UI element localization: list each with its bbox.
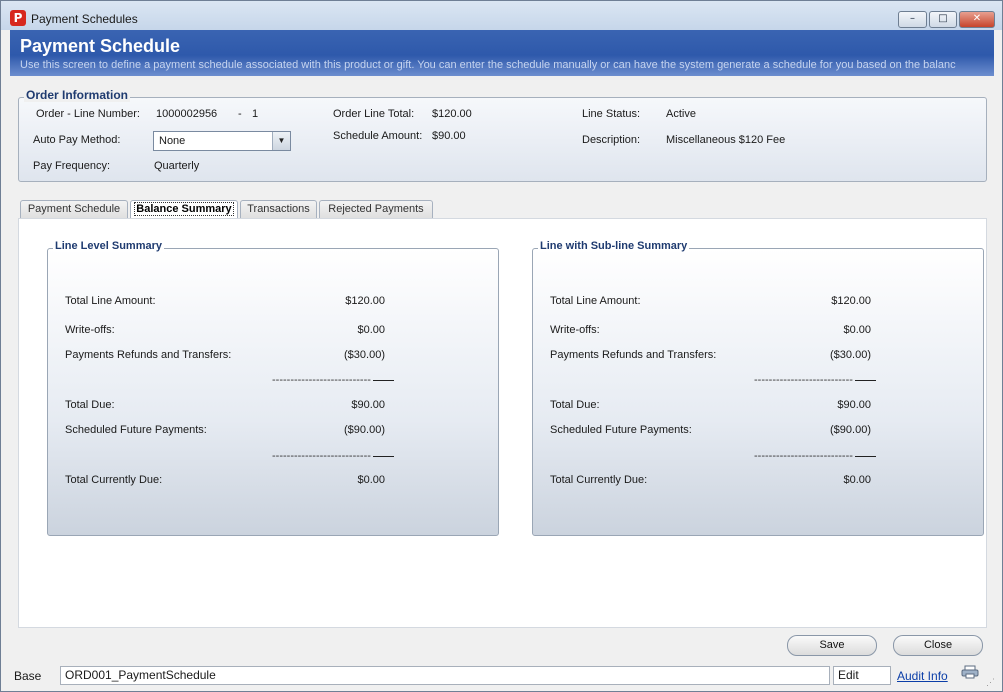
tab-transactions[interactable]: Transactions (240, 200, 317, 219)
sub-payments-refunds-label: Payments Refunds and Transfers: (550, 349, 717, 361)
order-line-total-label: Order Line Total: (333, 108, 415, 120)
sub-total-due-label: Total Due: (550, 399, 600, 411)
tab-rejected-payments[interactable]: Rejected Payments (319, 200, 433, 219)
save-button[interactable]: Save (787, 635, 877, 656)
description-label: Description: (582, 134, 641, 146)
page-title: Payment Schedule (20, 36, 181, 56)
page-description: Use this screen to define a payment sche… (20, 59, 956, 71)
sub-total-currently-due-value: $0.00 (843, 474, 871, 486)
sub-separator-rule-1 (855, 380, 876, 381)
tab-payment-schedule[interactable]: Payment Schedule (20, 200, 128, 219)
tab-balance-summary[interactable]: Balance Summary (130, 200, 238, 220)
line-separator-2: --------------------------- (272, 450, 371, 462)
sub-scheduled-future-value: ($90.00) (830, 424, 871, 436)
close-button[interactable]: Close (893, 635, 983, 656)
line-level-summary-title: Line Level Summary (53, 240, 164, 252)
line-total-currently-due-value: $0.00 (357, 474, 385, 486)
line-payments-refunds-value: ($30.00) (344, 349, 385, 361)
sub-total-due-value: $90.00 (837, 399, 871, 411)
sub-line-summary-group (532, 248, 984, 536)
line-write-offs-value: $0.00 (357, 324, 385, 336)
line-total-due-label: Total Due: (65, 399, 115, 411)
line-status-value: Active (666, 108, 696, 120)
pay-frequency-value: Quarterly (154, 160, 200, 172)
sub-separator-rule-2 (855, 456, 876, 457)
chevron-down-icon[interactable]: ▼ (272, 132, 290, 150)
status-screen-id: ORD001_PaymentSchedule (60, 666, 830, 685)
line-separator-rule-2 (373, 456, 394, 457)
sub-total-amount-label: Total Line Amount: (550, 295, 641, 307)
line-payments-refunds-label: Payments Refunds and Transfers: (65, 349, 232, 361)
line-total-amount-value: $120.00 (345, 295, 385, 307)
sub-line-summary-title: Line with Sub-line Summary (538, 240, 690, 252)
auto-pay-method-value: None (159, 135, 186, 147)
status-mode: Edit (833, 666, 891, 685)
app-logo-icon: P (10, 10, 26, 26)
schedule-amount-label: Schedule Amount: (333, 130, 423, 142)
sub-total-amount-value: $120.00 (831, 295, 871, 307)
order-line-number-label: Order - Line Number: (36, 108, 140, 120)
sub-write-offs-label: Write-offs: (550, 324, 600, 336)
line-status-label: Line Status: (582, 108, 641, 120)
order-information-title: Order Information (24, 88, 131, 102)
sub-total-currently-due-label: Total Currently Due: (550, 474, 648, 486)
sub-write-offs-value: $0.00 (843, 324, 871, 336)
line-scheduled-future-value: ($90.00) (344, 424, 385, 436)
minimize-button[interactable]: – (898, 11, 927, 28)
line-total-due-value: $90.00 (351, 399, 385, 411)
sub-payments-refunds-value: ($30.00) (830, 349, 871, 361)
sub-separator-2: --------------------------- (754, 450, 853, 462)
line-total-amount-label: Total Line Amount: (65, 295, 156, 307)
sub-separator-1: --------------------------- (754, 374, 853, 386)
pay-frequency-label: Pay Frequency: (33, 160, 111, 172)
window-title: Payment Schedules (31, 12, 138, 26)
line-level-summary-group (47, 248, 499, 536)
title-bar[interactable]: P Payment Schedules – □ ✕ (1, 1, 1002, 30)
schedule-amount-value: $90.00 (432, 130, 466, 142)
maximize-button[interactable]: □ (929, 11, 957, 28)
line-separator-rule-1 (373, 380, 394, 381)
status-context: Base (14, 669, 42, 683)
description-value: Miscellaneous $120 Fee (666, 134, 786, 146)
line-scheduled-future-label: Scheduled Future Payments: (65, 424, 207, 436)
printer-icon[interactable] (961, 665, 979, 679)
audit-info-link[interactable]: Audit Info (897, 669, 948, 683)
sub-scheduled-future-label: Scheduled Future Payments: (550, 424, 692, 436)
line-number-value: 1 (252, 108, 259, 120)
order-line-dash: - (238, 108, 242, 120)
line-separator-1: --------------------------- (272, 374, 371, 386)
close-window-button[interactable]: ✕ (959, 11, 995, 28)
payment-schedules-window: P Payment Schedules – □ ✕ Payment Schedu… (0, 0, 1003, 692)
order-number-value: 1000002956 (156, 108, 218, 120)
auto-pay-method-label: Auto Pay Method: (33, 134, 121, 146)
header-banner: Payment Schedule Use this screen to defi… (10, 30, 994, 76)
auto-pay-method-select[interactable]: None ▼ (153, 131, 291, 151)
order-line-total-value: $120.00 (432, 108, 472, 120)
line-write-offs-label: Write-offs: (65, 324, 115, 336)
resize-grip-icon[interactable]: ⋰ (986, 677, 998, 689)
line-total-currently-due-label: Total Currently Due: (65, 474, 163, 486)
